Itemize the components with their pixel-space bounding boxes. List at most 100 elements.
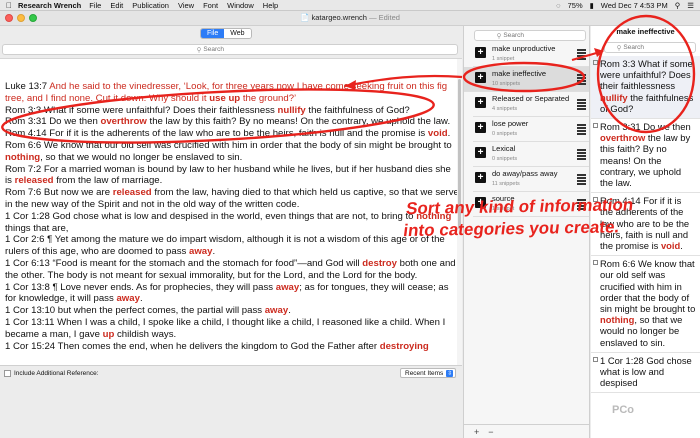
menu-help[interactable]: Help — [263, 1, 278, 10]
tab-file[interactable]: File — [201, 29, 225, 38]
drag-handle-icon[interactable] — [577, 149, 586, 161]
verse-text: Rom 6:6 We know that our old self was cr… — [5, 139, 452, 151]
highlighted-term: nullify — [600, 91, 628, 103]
reference-search-input[interactable] — [203, 46, 264, 53]
verse-entry[interactable]: 1 Cor 13:8 ¶ Love never ends. As for pro… — [5, 282, 459, 306]
snippet-item[interactable]: 1 Cor 1:28 God chose what is low and des… — [591, 353, 700, 394]
drag-handle-icon[interactable] — [577, 174, 586, 186]
category-item[interactable]: + Released or Separated 4 snippets — [473, 92, 589, 117]
search-icon: ⚲ — [196, 46, 202, 54]
recent-items-label: Recent Items — [405, 369, 444, 377]
verse-entry[interactable]: 1 Cor 1:28 God chose what is low and des… — [5, 211, 459, 235]
drag-handle-icon[interactable] — [577, 74, 586, 86]
category-count: 0 snippets — [492, 131, 518, 137]
verse-list[interactable]: Luke 13:7 And he said to the vinedresser… — [0, 59, 462, 352]
verse-text: . — [680, 240, 683, 252]
quoted-text: the ground?’ — [240, 92, 297, 104]
menu-bar:  Research Wrench File Edit Publication … — [0, 0, 700, 11]
battery-percent[interactable]: 75% — [568, 1, 583, 10]
left-empty-area — [0, 381, 462, 438]
add-snippet-icon[interactable]: + — [475, 47, 486, 58]
verse-entry[interactable]: 1 Cor 2:6 ¶ Yet among the mature we do i… — [5, 234, 459, 258]
verse-text: . — [139, 293, 143, 305]
verse-entry[interactable]: 1 Cor 6:13 “Food is meant for the stomac… — [5, 258, 459, 282]
category-name: lose power — [492, 119, 529, 128]
add-snippet-icon[interactable]: + — [475, 97, 486, 108]
snippet-checkbox[interactable] — [593, 60, 598, 65]
menu-view[interactable]: View — [178, 1, 194, 10]
category-name: Released or Separated — [492, 94, 570, 103]
drag-handle-icon[interactable] — [577, 124, 586, 136]
category-item[interactable]: + lose power 0 snippets — [473, 117, 589, 142]
spotlight-icon[interactable]: ⚲ — [675, 1, 681, 10]
highlighted-term: destroy — [362, 257, 397, 269]
verse-text: Rom 3:3 What if some were unfaithful? Do… — [600, 58, 693, 92]
verse-entry[interactable]: Rom 3:31 Do we then overthrow the law by… — [5, 116, 459, 128]
verse-text: 1 Cor 2:6 ¶ Yet among the mature we do i… — [5, 234, 445, 258]
snippet-search-input[interactable] — [623, 44, 684, 51]
menu-publication[interactable]: Publication — [132, 1, 169, 10]
menu-edit[interactable]: Edit — [110, 1, 123, 10]
verse-entry[interactable]: Luke 13:7 And he said to the vinedresser… — [5, 81, 459, 105]
tab-web[interactable]: Web — [224, 29, 251, 38]
menu-app-name[interactable]: Research Wrench — [18, 1, 81, 10]
notification-center-icon[interactable]: ☰ — [687, 1, 694, 10]
verse-entry[interactable]: Rom 6:6 We know that our old self was cr… — [5, 140, 459, 164]
edited-indicator[interactable]: — Edited — [369, 13, 400, 22]
category-name: make ineffective — [492, 69, 547, 78]
add-snippet-icon[interactable]: + — [475, 72, 486, 83]
verse-entry[interactable]: Rom 4:14 For if it is the adherents of t… — [5, 128, 459, 140]
drag-handle-icon[interactable] — [577, 99, 586, 111]
highlighted-term: away — [188, 246, 213, 258]
category-search-input[interactable] — [503, 32, 564, 39]
include-reference-checkbox[interactable] — [4, 370, 11, 377]
apple-icon[interactable]:  — [0, 1, 18, 10]
verse-text: Rom 6:6 We know that our old self was cr… — [600, 258, 696, 315]
verse-entry[interactable]: 1 Cor 13:11 When I was a child, I spoke … — [5, 317, 459, 341]
reference-text-pane[interactable]: Luke 13:7 And he said to the vinedresser… — [0, 58, 462, 365]
menu-font[interactable]: Font — [203, 1, 218, 10]
highlighted-term: overthrow — [600, 132, 646, 144]
snippet-checkbox[interactable] — [593, 260, 598, 266]
verse-text: 1 Cor 15:24 Then comes the end, when he … — [5, 340, 380, 352]
category-count: 0 snippets — [492, 156, 518, 162]
add-category-icon[interactable]: + — [474, 427, 479, 437]
menu-window[interactable]: Window — [227, 1, 254, 10]
wifi-icon[interactable]: ◌ — [556, 1, 560, 10]
category-count: 11 snippets — [492, 181, 520, 187]
window-titlebar: 📄 katargeo.wrench — Edited — [0, 11, 700, 26]
drag-handle-icon[interactable] — [577, 49, 586, 61]
verse-entry[interactable]: Rom 7:2 For a married woman is bound by … — [5, 164, 459, 188]
verse-text: 1 Cor 1:28 God chose what is low and des… — [600, 354, 692, 389]
add-snippet-icon[interactable]: + — [475, 122, 486, 133]
verse-text: childish ways. — [114, 328, 177, 340]
verse-text: . — [288, 305, 291, 317]
recent-items-popup[interactable]: Recent Items ⇳ — [400, 368, 457, 378]
highlighted-term: away — [264, 305, 289, 317]
add-snippet-icon[interactable]: + — [475, 147, 486, 158]
verse-entry[interactable]: Rom 3:3 What if some were unfaithful? Do… — [5, 105, 459, 117]
verse-entry[interactable]: 1 Cor 13:10 but when the perfect comes, … — [5, 305, 459, 317]
highlighted-term: overthrow — [100, 116, 147, 128]
snippet-item[interactable]: Rom 3:31 Do we then overthrow the law by… — [591, 119, 700, 194]
menu-file[interactable]: File — [89, 1, 101, 10]
verse-text: Rom 4:14 For if it is the adherents of t… — [5, 128, 428, 140]
snippet-item[interactable]: Rom 3:3 What if some were unfaithful? Do… — [591, 56, 700, 120]
category-list: + make unproductive 1 snippet + make ine… — [464, 42, 589, 217]
verse-entry[interactable]: 1 Cor 15:24 Then comes the end, when he … — [5, 341, 459, 353]
verse-text: , so that we would no longer be enslaved… — [40, 151, 243, 163]
snippet-checkbox[interactable] — [593, 123, 598, 129]
clock[interactable]: Wed Dec 7 4:53 PM — [601, 1, 668, 10]
include-reference-label: Include Additional Reference: — [14, 370, 99, 377]
verse-entry[interactable]: Rom 7:6 But now we are released from the… — [5, 187, 459, 211]
category-item-selected[interactable]: + make ineffective 10 snippets — [464, 67, 589, 92]
verse-text: Luke 13:7 — [5, 81, 50, 92]
snippet-item[interactable]: Rom 6:6 We know that our old self was cr… — [591, 256, 700, 353]
category-count: 1 snippet — [492, 56, 515, 62]
category-item[interactable]: + do away/pass away 11 snippets — [473, 167, 589, 192]
category-item[interactable]: + Lexical 0 snippets — [473, 142, 589, 167]
add-snippet-icon[interactable]: + — [475, 172, 486, 183]
remove-category-icon[interactable]: − — [488, 427, 493, 437]
snippet-checkbox[interactable] — [593, 356, 598, 362]
category-item[interactable]: + make unproductive 1 snippet — [473, 42, 589, 67]
